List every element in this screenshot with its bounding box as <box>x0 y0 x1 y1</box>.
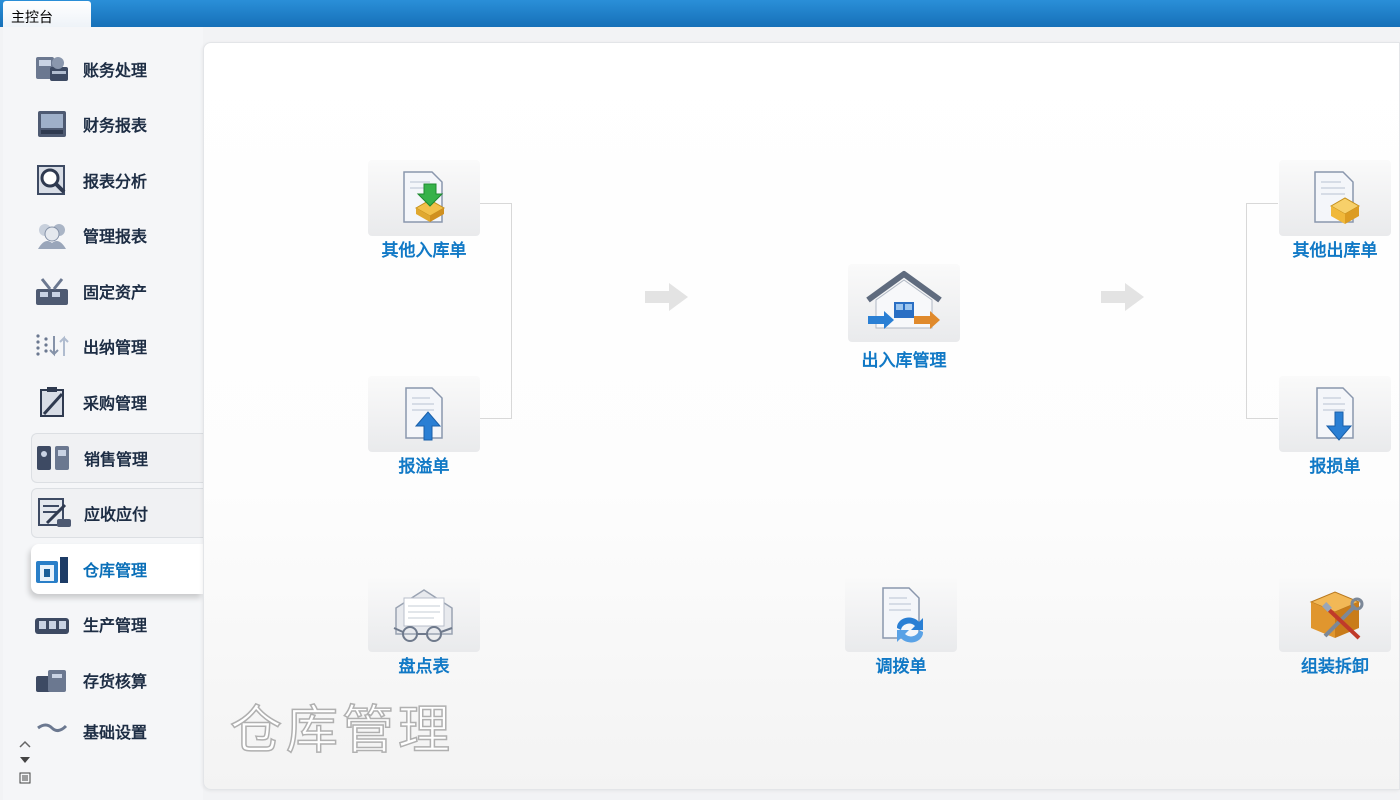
sidebar-item-label: 报表分析 <box>83 172 148 191</box>
sidebar-item-warehouse[interactable]: 仓库管理 <box>31 544 203 594</box>
sidebar-item-label: 固定资产 <box>83 283 148 302</box>
assembly-icon <box>1279 576 1391 652</box>
sidebar-item-accounting[interactable]: 账务处理 <box>31 44 203 94</box>
node-stocktake[interactable]: 盘点表 <box>354 576 494 677</box>
node-label: 其他入库单 <box>381 241 467 261</box>
sales-icon <box>32 441 74 475</box>
sidebar-item-receivable-payable[interactable]: 应收应付 <box>31 488 203 538</box>
menu-list-icon[interactable] <box>17 771 33 785</box>
other-outbound-icon <box>1279 160 1391 236</box>
sidebar-item-label: 出纳管理 <box>83 338 148 357</box>
sidebar-item-label: 销售管理 <box>84 450 149 469</box>
sidebar-item-production[interactable]: 生产管理 <box>31 599 203 649</box>
node-assembly[interactable]: 组装拆卸 <box>1265 576 1400 677</box>
production-icon <box>31 607 73 641</box>
overflow-icon <box>368 376 480 452</box>
management-report-icon <box>31 218 73 252</box>
sidebar-item-report-analysis[interactable]: 报表分析 <box>31 155 203 205</box>
sidebar: 账务处理 财务报表 报表分析 管理报表 固定资产 出纳管理 采购管理 销售管理 … <box>3 27 203 800</box>
sidebar-item-sales[interactable]: 销售管理 <box>31 433 203 483</box>
fixed-assets-icon <box>31 274 73 308</box>
sidebar-item-financial-report[interactable]: 财务报表 <box>31 99 203 149</box>
report-analysis-icon <box>31 163 73 197</box>
other-inbound-icon <box>368 160 480 236</box>
node-label: 出入库管理 <box>861 351 947 371</box>
sidebar-item-label: 基础设置 <box>83 723 148 741</box>
inventory-accounting-icon <box>31 663 73 697</box>
scroll-up-icon[interactable] <box>17 737 33 751</box>
node-other-inbound[interactable]: 其他入库单 <box>354 160 494 261</box>
node-other-outbound[interactable]: 其他出库单 <box>1265 160 1400 261</box>
node-label: 报损单 <box>1309 457 1361 477</box>
sidebar-item-label: 账务处理 <box>83 61 148 80</box>
sidebar-item-label: 生产管理 <box>83 616 148 635</box>
sidebar-item-label: 仓库管理 <box>83 561 148 580</box>
sidebar-item-label: 应收应付 <box>84 505 149 524</box>
sidebar-item-label: 采购管理 <box>83 394 148 413</box>
node-inout-management[interactable]: 出入库管理 <box>834 264 974 371</box>
node-loss[interactable]: 报损单 <box>1265 376 1400 477</box>
sidebar-item-inventory-accounting[interactable]: 存货核算 <box>31 655 203 705</box>
accounting-icon <box>31 52 73 86</box>
stocktake-icon <box>368 576 480 652</box>
warehouse-house-icon <box>848 264 960 342</box>
basic-settings-icon <box>31 719 73 741</box>
node-label: 其他出库单 <box>1292 241 1378 261</box>
flow-arrow-icon <box>645 283 688 311</box>
node-label: 调拨单 <box>875 657 927 677</box>
tab-main-console[interactable]: 主控台 <box>3 1 91 27</box>
sidebar-item-basic-settings[interactable]: 基础设置 <box>31 717 203 741</box>
sidebar-item-management-report[interactable]: 管理报表 <box>31 210 203 260</box>
receivable-payable-icon <box>32 496 74 530</box>
financial-report-icon <box>31 107 73 141</box>
node-label: 盘点表 <box>398 657 450 677</box>
node-label: 组装拆卸 <box>1301 657 1369 677</box>
node-transfer[interactable]: 调拨单 <box>831 576 971 677</box>
transfer-icon <box>845 576 957 652</box>
warehouse-icon <box>31 552 73 586</box>
purchase-icon <box>31 385 73 419</box>
sidebar-item-cashier[interactable]: 出纳管理 <box>31 321 203 371</box>
cashier-icon <box>31 329 73 363</box>
sidebar-item-label: 财务报表 <box>83 116 148 135</box>
sidebar-item-purchase[interactable]: 采购管理 <box>31 377 203 427</box>
sidebar-item-fixed-assets[interactable]: 固定资产 <box>31 266 203 316</box>
sidebar-item-label: 存货核算 <box>83 672 148 691</box>
scroll-down-icon[interactable] <box>17 753 33 767</box>
loss-icon <box>1279 376 1391 452</box>
sidebar-item-label: 管理报表 <box>83 227 148 246</box>
title-bar <box>0 0 1400 27</box>
page-watermark-title: 仓库管理 <box>229 700 455 762</box>
node-overflow[interactable]: 报溢单 <box>354 376 494 477</box>
flow-arrow-icon <box>1101 283 1144 311</box>
node-label: 报溢单 <box>398 457 450 477</box>
